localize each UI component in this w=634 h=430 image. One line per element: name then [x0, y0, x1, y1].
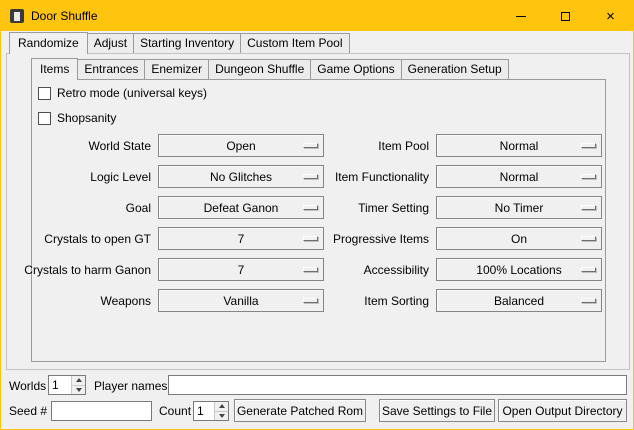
item-pool-value: Normal: [437, 139, 601, 153]
seed-input[interactable]: [51, 401, 152, 421]
tab-generation-setup[interactable]: Generation Setup: [401, 59, 509, 79]
weapons-dropdown[interactable]: Vanilla: [158, 289, 324, 312]
field-label: Weapons: [22, 294, 151, 308]
window-controls: ×: [498, 1, 633, 31]
arrow-up-icon: [76, 378, 82, 382]
dropdown-indicator-icon: [581, 236, 596, 241]
dropdown-indicator-icon: [581, 205, 596, 210]
player-names-input[interactable]: [168, 375, 627, 395]
dropdown-indicator-icon: [581, 298, 596, 303]
randomize-sub-tab-bar: Items Entrances Enemizer Dungeon Shuffle…: [31, 58, 509, 79]
field-label: Item Functionality: [304, 170, 429, 184]
seed-label: Seed #: [9, 404, 47, 418]
crystals-open-gt-dropdown[interactable]: 7: [158, 227, 324, 250]
dropdown-indicator-icon: [581, 174, 596, 179]
close-button[interactable]: ×: [588, 1, 633, 31]
close-icon: ×: [606, 9, 615, 24]
minimize-icon: [516, 16, 526, 17]
item-functionality-value: Normal: [437, 170, 601, 184]
spin-up-button[interactable]: [72, 376, 85, 385]
app-icon[interactable]: [10, 9, 24, 23]
logic-level-dropdown[interactable]: No Glitches: [158, 165, 324, 188]
item-pool-dropdown[interactable]: Normal: [436, 134, 602, 157]
retro-mode-checkbox-row: Retro mode (universal keys): [38, 86, 207, 100]
shopsanity-checkbox[interactable]: [38, 112, 51, 125]
main-tab-bar: Randomize Adjust Starting Inventory Cust…: [9, 32, 350, 53]
tab-items[interactable]: Items: [31, 58, 78, 80]
worlds-label: Worlds: [9, 379, 46, 393]
goal-value: Defeat Ganon: [159, 201, 323, 215]
window-title: Door Shuffle: [31, 9, 98, 23]
world-state-value: Open: [159, 139, 323, 153]
retro-mode-checkbox[interactable]: [38, 87, 51, 100]
open-output-directory-button[interactable]: Open Output Directory: [498, 399, 627, 422]
field-label: Crystals to open GT: [22, 232, 151, 246]
spin-up-button[interactable]: [215, 402, 228, 411]
field-label: Goal: [22, 201, 151, 215]
worlds-spin-arrows: [71, 376, 85, 394]
accessibility-value: 100% Locations: [437, 263, 601, 277]
dropdown-indicator-icon: [581, 267, 596, 272]
dropdown-indicator-icon: [581, 143, 596, 148]
maximize-icon: [561, 12, 570, 21]
field-label: Logic Level: [22, 170, 151, 184]
maximize-button[interactable]: [543, 1, 588, 31]
spin-down-button[interactable]: [72, 385, 85, 395]
field-label: Progressive Items: [304, 232, 429, 246]
arrow-up-icon: [219, 404, 225, 408]
arrow-down-icon: [219, 414, 225, 418]
weapons-value: Vanilla: [159, 294, 323, 308]
retro-mode-label: Retro mode (universal keys): [57, 86, 207, 100]
right-options-column: Item Pool Normal Item Functionality Norm…: [304, 134, 602, 320]
item-sorting-value: Balanced: [437, 294, 601, 308]
spin-down-button[interactable]: [215, 411, 228, 421]
minimize-button[interactable]: [498, 1, 543, 31]
count-spin-arrows: [214, 402, 228, 420]
field-label: Item Pool: [304, 139, 429, 153]
titlebar[interactable]: Door Shuffle ×: [1, 1, 633, 31]
shopsanity-label: Shopsanity: [57, 111, 116, 125]
tab-adjust[interactable]: Adjust: [87, 33, 134, 53]
field-label: Accessibility: [304, 263, 429, 277]
tab-custom-item-pool[interactable]: Custom Item Pool: [240, 33, 349, 53]
crystals-harm-ganon-value: 7: [159, 263, 323, 277]
crystals-harm-ganon-dropdown[interactable]: 7: [158, 258, 324, 281]
arrow-down-icon: [76, 388, 82, 392]
tab-entrances[interactable]: Entrances: [77, 59, 145, 79]
field-label: Crystals to harm Ganon: [22, 263, 151, 277]
item-functionality-dropdown[interactable]: Normal: [436, 165, 602, 188]
tab-starting-inventory[interactable]: Starting Inventory: [133, 33, 241, 53]
logic-level-value: No Glitches: [159, 170, 323, 184]
field-label: Item Sorting: [304, 294, 429, 308]
save-settings-button[interactable]: Save Settings to File: [379, 399, 495, 422]
count-input[interactable]: [194, 402, 214, 420]
player-names-label: Player names: [94, 379, 167, 393]
timer-setting-dropdown[interactable]: No Timer: [436, 196, 602, 219]
goal-dropdown[interactable]: Defeat Ganon: [158, 196, 324, 219]
progressive-items-dropdown[interactable]: On: [436, 227, 602, 250]
accessibility-dropdown[interactable]: 100% Locations: [436, 258, 602, 281]
timer-setting-value: No Timer: [437, 201, 601, 215]
worlds-input[interactable]: [49, 376, 71, 394]
field-label: Timer Setting: [304, 201, 429, 215]
tab-randomize[interactable]: Randomize: [9, 32, 88, 54]
progressive-items-value: On: [437, 232, 601, 246]
left-options-column: World State Open Logic Level No Glitches…: [22, 134, 324, 320]
item-sorting-dropdown[interactable]: Balanced: [436, 289, 602, 312]
shopsanity-checkbox-row: Shopsanity: [38, 111, 116, 125]
crystals-open-gt-value: 7: [159, 232, 323, 246]
count-spinner[interactable]: [193, 401, 229, 421]
world-state-dropdown[interactable]: Open: [158, 134, 324, 157]
worlds-spinner[interactable]: [48, 375, 86, 395]
door-shuffle-window: Door Shuffle × Randomize Adjust Starting…: [0, 0, 634, 430]
tab-dungeon-shuffle[interactable]: Dungeon Shuffle: [208, 59, 311, 79]
field-label: World State: [22, 139, 151, 153]
tab-game-options[interactable]: Game Options: [310, 59, 401, 79]
generate-patched-rom-button[interactable]: Generate Patched Rom: [234, 399, 366, 422]
tab-enemizer[interactable]: Enemizer: [144, 59, 209, 79]
count-label: Count: [159, 404, 191, 418]
